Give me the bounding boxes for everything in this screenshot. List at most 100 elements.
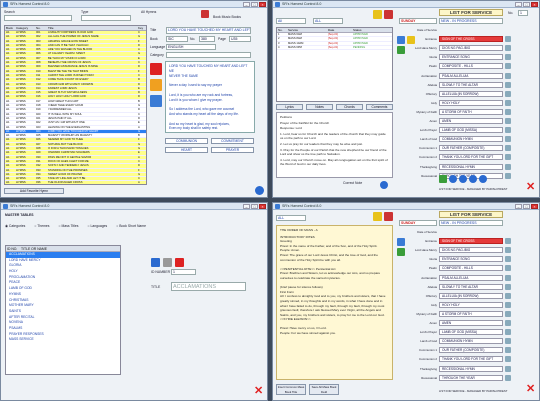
page-icon[interactable] bbox=[505, 81, 511, 88]
page-icon[interactable] bbox=[505, 72, 511, 79]
minimize-button[interactable]: – bbox=[515, 204, 522, 209]
radio-themes[interactable]: ○ Themes bbox=[34, 224, 49, 228]
add-favorite-button[interactable]: Add Favorite Hymn bbox=[4, 188, 64, 194]
service-item[interactable]: ENTRANCE SONG bbox=[439, 54, 503, 61]
col-id[interactable]: ID NO. bbox=[6, 246, 20, 251]
page-icon[interactable] bbox=[505, 283, 511, 290]
service-item[interactable]: OUR FATHER (COMPOSITE) bbox=[439, 145, 503, 152]
status-field[interactable]: NEW - IN PROGRESS bbox=[439, 220, 503, 226]
table-row[interactable]: H1 HYMNS 036 THE OLD RUGGED CROSS A bbox=[5, 181, 146, 184]
search-input[interactable] bbox=[4, 15, 72, 21]
tag-prayer[interactable]: PRAYER bbox=[211, 147, 254, 153]
page-icon[interactable] bbox=[505, 145, 511, 152]
service-item[interactable]: AMEN bbox=[439, 118, 503, 124]
page-icon[interactable] bbox=[505, 292, 511, 299]
minimize-button[interactable]: – bbox=[515, 2, 522, 7]
service-item[interactable]: DIOS NG PAG-IBIG bbox=[439, 45, 503, 52]
mass-text-area[interactable]: THE ORDER OF MASS - A INTRODUCTORY RITES… bbox=[276, 225, 393, 380]
lyrics-tab-icon[interactable] bbox=[150, 63, 162, 75]
page-icon[interactable] bbox=[505, 163, 511, 170]
page-icon[interactable] bbox=[505, 36, 511, 43]
page-icon[interactable] bbox=[505, 45, 511, 52]
service-item[interactable]: PSALM ALLELUIA bbox=[439, 274, 503, 281]
notes-tab-icon[interactable] bbox=[150, 95, 162, 107]
close-window-button[interactable]: × bbox=[259, 2, 266, 7]
maximize-button[interactable]: □ bbox=[523, 2, 530, 7]
service-item[interactable]: SLOWLY TO THE ALTAR bbox=[439, 283, 503, 290]
print-icon[interactable] bbox=[479, 175, 487, 183]
maximize-button[interactable]: □ bbox=[251, 204, 258, 209]
minimize-button[interactable]: – bbox=[243, 2, 250, 7]
correct-note-checkbox[interactable]: Correct Note bbox=[343, 181, 362, 185]
page-icon[interactable] bbox=[505, 172, 511, 179]
page-icon[interactable] bbox=[505, 374, 511, 381]
service-item[interactable]: RECESSIONAL HYMN bbox=[439, 365, 503, 372]
add-icon[interactable] bbox=[439, 175, 447, 183]
page-icon[interactable] bbox=[505, 265, 511, 272]
lyrics-area[interactable]: LORD YOU HAVE TOUCHED MY HEART AND LEFT … bbox=[165, 61, 255, 133]
page-icon[interactable] bbox=[505, 356, 511, 363]
page-icon[interactable] bbox=[505, 63, 511, 70]
book-icon[interactable] bbox=[384, 10, 393, 19]
page-icon[interactable] bbox=[505, 108, 511, 115]
col-title[interactable]: Title bbox=[47, 26, 137, 30]
series-field[interactable]: SUNDAY bbox=[399, 18, 437, 24]
close-window-button[interactable]: × bbox=[531, 204, 538, 209]
table-row[interactable]: 4 MASS 6PM [Sep-01] PENDING bbox=[277, 45, 392, 51]
save-icon[interactable] bbox=[255, 186, 264, 195]
title-field[interactable]: ACCLAMATIONS bbox=[171, 282, 246, 291]
page-icon[interactable] bbox=[505, 320, 511, 326]
save-all-button[interactable]: Save All Mass Book Field bbox=[309, 384, 339, 395]
col-number[interactable]: No. bbox=[35, 26, 47, 30]
key-icon[interactable] bbox=[397, 238, 405, 246]
all-hymns-checkbox[interactable]: All Hymns bbox=[141, 10, 156, 14]
page-icon[interactable] bbox=[505, 118, 511, 124]
col-key[interactable]: Key bbox=[137, 26, 145, 30]
book-field[interactable]: SIC bbox=[166, 36, 188, 42]
page-icon[interactable] bbox=[505, 99, 511, 106]
new-icon[interactable] bbox=[151, 258, 160, 267]
close-icon[interactable]: ✕ bbox=[254, 386, 263, 397]
arrow-left-icon[interactable] bbox=[459, 175, 467, 183]
service-item[interactable]: ALLELUIA (IN SORROW) bbox=[439, 90, 503, 97]
language-field[interactable]: ENGLISH bbox=[166, 44, 216, 50]
tab-notes[interactable]: Notes bbox=[306, 104, 333, 110]
col-date[interactable]: Date bbox=[327, 28, 352, 32]
service-item[interactable]: THANK YOU LORD FOR THE GIFT bbox=[439, 154, 503, 161]
book-icon[interactable] bbox=[201, 10, 209, 18]
calendar-icon[interactable] bbox=[397, 46, 405, 54]
service-item[interactable]: ENTRANCE SONG bbox=[439, 256, 503, 263]
service-item[interactable]: HOLY HOLY bbox=[439, 301, 503, 308]
close-window-button[interactable]: × bbox=[259, 204, 266, 209]
service-item[interactable]: PSALM ALLELUIA bbox=[439, 72, 503, 79]
type-select[interactable] bbox=[81, 15, 131, 21]
number-field[interactable]: 380 bbox=[199, 36, 215, 42]
service-item[interactable]: SLOWLY TO THE ALTAR bbox=[439, 81, 503, 88]
service-item[interactable]: DIOS NG PAG-IBIG bbox=[439, 247, 503, 254]
service-item[interactable]: THANK YOU LORD FOR THE GIFT bbox=[439, 356, 503, 363]
page-icon[interactable] bbox=[505, 365, 511, 372]
service-item[interactable]: AMEN bbox=[439, 320, 503, 326]
page-icon[interactable] bbox=[505, 136, 511, 143]
minimize-button[interactable]: – bbox=[243, 204, 250, 209]
tag-heart[interactable]: HEART bbox=[165, 147, 208, 153]
notes-area[interactable]: Petitions Prayer of the Faithful for the … bbox=[276, 112, 393, 178]
close-icon[interactable]: ✕ bbox=[526, 384, 535, 395]
book-icon[interactable] bbox=[384, 212, 393, 221]
maximize-button[interactable]: □ bbox=[251, 2, 258, 7]
col-title[interactable]: TITLE OR NAME bbox=[20, 246, 47, 251]
page-icon[interactable] bbox=[505, 247, 511, 254]
service-item[interactable]: LAMB OF GOD (MISSA) bbox=[439, 329, 503, 336]
col-no[interactable]: No. bbox=[277, 28, 287, 32]
service-item[interactable]: COMPOSITE - HILLS bbox=[439, 63, 503, 70]
service-item[interactable]: OUR FATHER (COMPOSITE) bbox=[439, 347, 503, 354]
service-item[interactable]: A STORM OF FAITH bbox=[439, 108, 503, 115]
page-icon[interactable] bbox=[505, 154, 511, 161]
service-item[interactable]: COMPOSITE - HILLS bbox=[439, 265, 503, 272]
series-field[interactable]: SUNDAY bbox=[399, 220, 437, 226]
page-icon[interactable] bbox=[505, 274, 511, 281]
tab-lyrics[interactable]: Lyrics bbox=[276, 104, 303, 110]
page-icon[interactable] bbox=[505, 347, 511, 354]
page-field[interactable]: U35 bbox=[229, 36, 251, 42]
service-item[interactable]: SIGN OF THE CROSS bbox=[439, 238, 503, 245]
